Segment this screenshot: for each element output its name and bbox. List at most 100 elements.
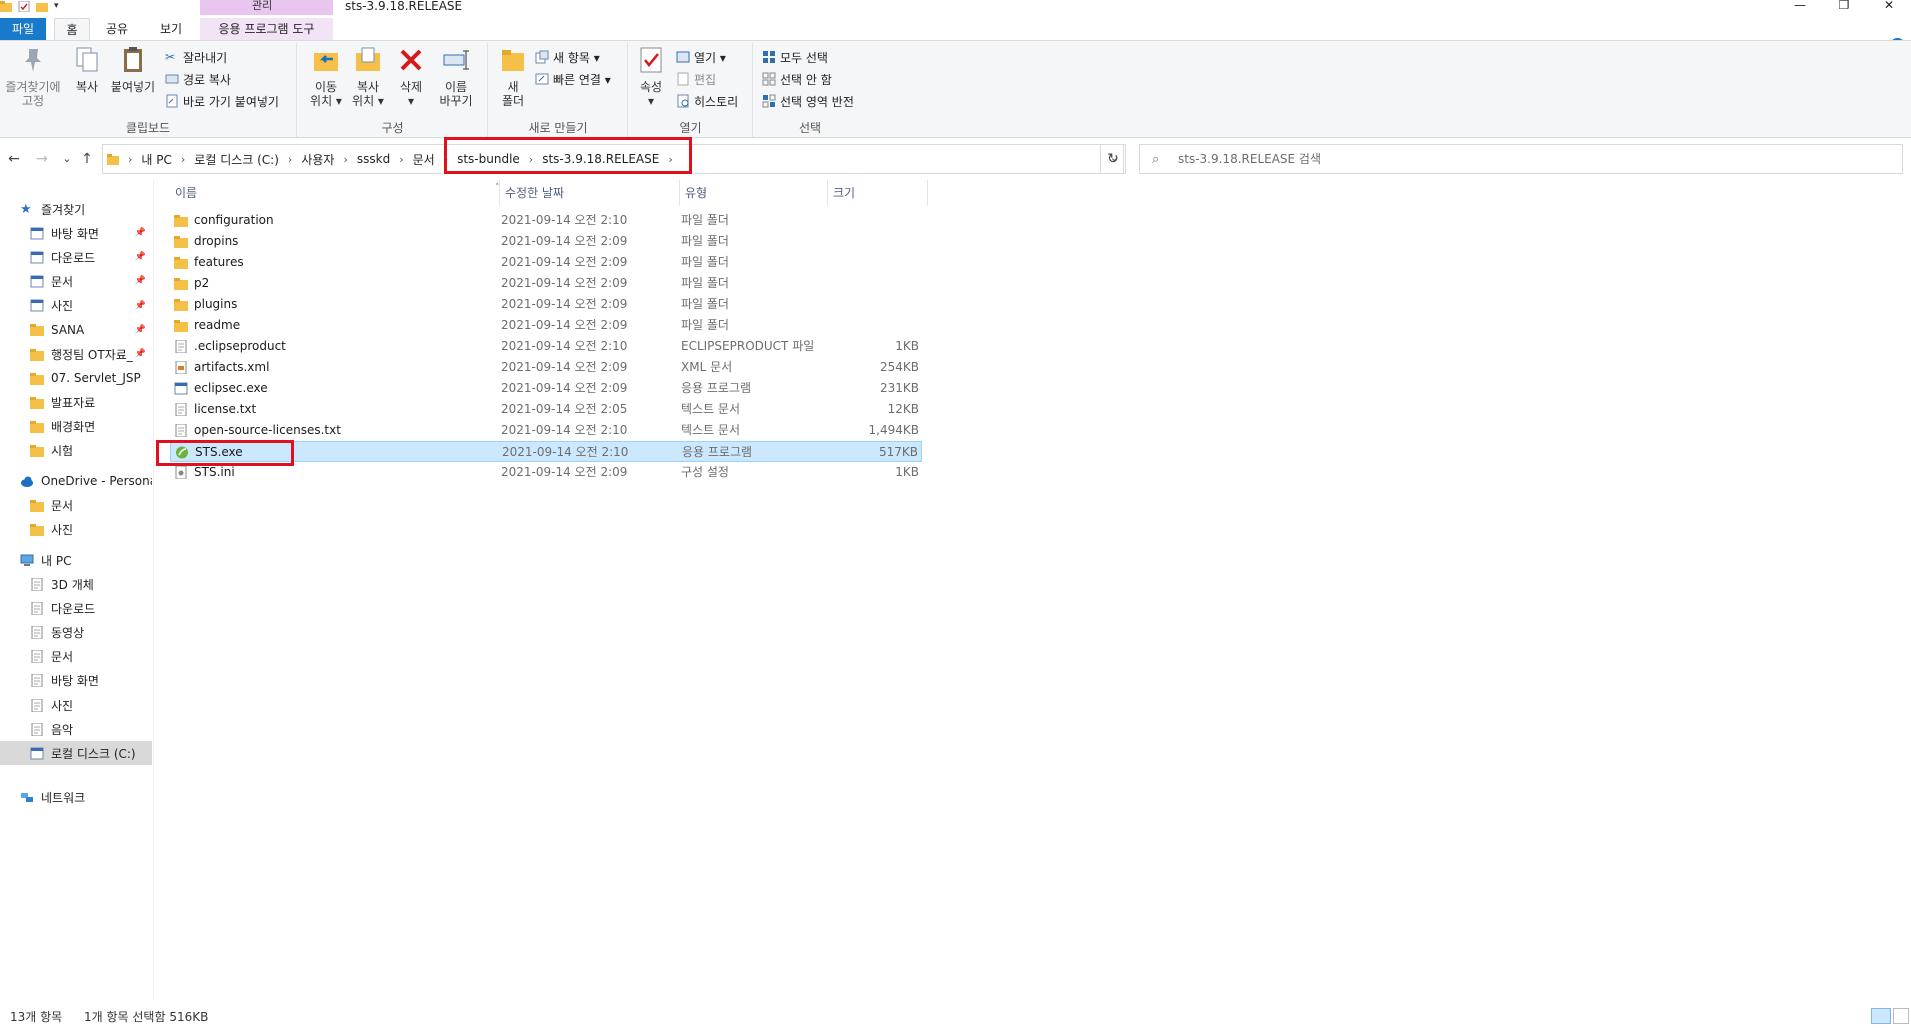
address-bar[interactable]: › 내 PC › 로컬 디스크 (C:) › 사용자 › ssskd › 문서 …: [102, 144, 1124, 174]
open-icon: [676, 51, 690, 63]
new-folder-button[interactable]: 새 폴더: [495, 45, 531, 108]
breadcrumb-this-pc[interactable]: 내 PC: [141, 151, 171, 168]
up-button[interactable]: ↑: [78, 150, 96, 168]
sidebar-item[interactable]: 바탕 화면: [0, 669, 152, 693]
file-name: STS.exe: [195, 445, 243, 459]
file-row[interactable]: STS.exe 2021-09-14 오전 2:10 응용 프로그램 517KB: [170, 441, 922, 462]
sidebar-item-label: 사진: [51, 522, 74, 537]
minimize-button[interactable]: —: [1780, 0, 1820, 12]
file-row[interactable]: artifacts.xml 2021-09-14 오전 2:09 XML 문서 254…: [170, 357, 922, 378]
file-row[interactable]: .eclipseproduct 2021-09-14 오전 2:10 ECLIPSE…: [170, 336, 922, 357]
large-icons-view-button[interactable]: [1893, 1008, 1909, 1024]
breadcrumb-sts-bundle[interactable]: sts-bundle: [457, 152, 520, 166]
sidebar-item[interactable]: 07. Servlet_JSP: [0, 366, 152, 390]
qat-dropdown-icon[interactable]: ▾: [54, 1, 59, 11]
new-item-button[interactable]: 새 항목 ▾: [535, 47, 600, 67]
file-row[interactable]: dropins 2021-09-14 오전 2:09 파일 폴더: [170, 231, 922, 252]
sidebar-item[interactable]: 시험: [0, 439, 152, 463]
sidebar-item-this-pc[interactable]: 내 PC: [0, 548, 152, 572]
copy-to-button[interactable]: 복사 위치 ▾: [348, 45, 388, 108]
file-size: 1KB: [895, 339, 919, 353]
pin-icon: 📌: [134, 228, 146, 238]
file-row[interactable]: configuration 2021-09-14 오전 2:10 파일 폴더: [170, 210, 922, 231]
file-row[interactable]: features 2021-09-14 오전 2:09 파일 폴더: [170, 252, 922, 273]
sidebar-item[interactable]: 다운로드: [0, 596, 152, 620]
move-to-button[interactable]: 이동 위치 ▾: [306, 45, 346, 108]
sidebar-item[interactable]: 문서: [0, 645, 152, 669]
paste-button[interactable]: 붙여넣기: [108, 45, 158, 94]
rename-button[interactable]: 이름 바꾸기: [434, 45, 478, 108]
sidebar-item[interactable]: 행정팀 OT자료_ 📌: [0, 342, 152, 366]
easy-access-button[interactable]: 빠른 연결 ▾: [535, 69, 611, 89]
sidebar-item[interactable]: SANA 📌: [0, 318, 152, 342]
sidebar-item[interactable]: 음악: [0, 717, 152, 741]
edit-button[interactable]: 편집: [676, 69, 716, 89]
sidebar-item-label: 문서: [51, 274, 74, 289]
file-row[interactable]: license.txt 2021-09-14 오전 2:05 텍스트 문서 12KB: [170, 399, 922, 420]
copy-path-button[interactable]: 경로 복사: [165, 69, 231, 89]
file-row[interactable]: p2 2021-09-14 오전 2:09 파일 폴더: [170, 273, 922, 294]
tab-view[interactable]: 보기: [150, 18, 192, 40]
maximize-button[interactable]: ❐: [1824, 0, 1864, 12]
back-button[interactable]: ←: [5, 150, 23, 168]
sidebar-item[interactable]: 다운로드 📌: [0, 245, 152, 269]
tab-file[interactable]: 파일: [0, 18, 46, 40]
select-none-button[interactable]: 선택 안 함: [762, 69, 832, 89]
sidebar-item[interactable]: 3D 개체: [0, 572, 152, 596]
sidebar-item[interactable]: 바탕 화면 📌: [0, 221, 152, 245]
tab-home[interactable]: 홈: [54, 18, 90, 40]
breadcrumb-ssskd[interactable]: ssskd: [357, 152, 390, 166]
sidebar-item[interactable]: 문서: [0, 493, 152, 517]
invert-selection-button[interactable]: 선택 영역 반전: [762, 91, 854, 111]
sidebar-item[interactable]: 문서 📌: [0, 269, 152, 293]
tab-app-tools[interactable]: 응용 프로그램 도구: [200, 18, 333, 40]
application-icon: [30, 227, 44, 239]
cut-button[interactable]: ✂ 잘라내기: [165, 47, 227, 67]
sidebar-item-network[interactable]: 네트워크: [0, 785, 152, 809]
sidebar-item[interactable]: 발표자료: [0, 390, 152, 414]
file-row[interactable]: open-source-licenses.txt 2021-09-14 오전 2:…: [170, 420, 922, 441]
sidebar-item-quick-access[interactable]: ★ 즐겨찾기: [0, 197, 152, 221]
breadcrumb-separator: ›: [443, 152, 449, 166]
properties-check-icon[interactable]: [18, 0, 30, 12]
sidebar-item-label: 즐겨찾기: [41, 202, 86, 217]
sidebar-item[interactable]: 동영상: [0, 620, 152, 644]
sidebar-item[interactable]: 사진: [0, 693, 152, 717]
file-row[interactable]: readme 2021-09-14 오전 2:09 파일 폴더: [170, 315, 922, 336]
open-button[interactable]: 열기 ▾: [676, 47, 726, 67]
paste-shortcut-button[interactable]: 바로 가기 붙여넣기: [165, 91, 279, 111]
column-header-size[interactable]: 크기: [828, 180, 928, 206]
breadcrumb-sts-release[interactable]: sts-3.9.18.RELEASE: [542, 152, 659, 166]
search-input[interactable]: [1178, 149, 1878, 169]
new-folder-icon[interactable]: [36, 1, 48, 12]
sidebar-item[interactable]: 배경화면: [0, 415, 152, 439]
properties-button[interactable]: 속성 ▾: [633, 45, 669, 108]
folder-icon: [30, 324, 44, 337]
column-header-name[interactable]: 이름 ˄: [170, 180, 500, 206]
copy-button[interactable]: 복사: [70, 45, 104, 94]
sidebar-item[interactable]: 로컬 디스크 (C:): [0, 741, 152, 766]
delete-button[interactable]: 삭제 ▾: [394, 45, 428, 108]
history-button[interactable]: 히스토리: [676, 91, 738, 111]
file-row[interactable]: STS.ini 2021-09-14 오전 2:09 구성 설정 1KB: [170, 462, 922, 483]
file-row[interactable]: plugins 2021-09-14 오전 2:09 파일 폴더: [170, 294, 922, 315]
select-all-button[interactable]: 모두 선택: [762, 47, 828, 67]
tab-share[interactable]: 공유: [96, 18, 138, 40]
sidebar-item-onedrive[interactable]: OneDrive - Personal: [0, 469, 152, 493]
breadcrumb-local-disk[interactable]: 로컬 디스크 (C:): [194, 151, 279, 168]
sidebar-item[interactable]: 사진 📌: [0, 294, 152, 318]
column-header-type[interactable]: 유형: [680, 180, 828, 206]
column-header-date[interactable]: 수정한 날짜: [500, 180, 680, 206]
file-type: 파일 폴더: [681, 276, 729, 290]
refresh-button[interactable]: ↻: [1100, 144, 1126, 174]
details-view-button[interactable]: [1871, 1008, 1891, 1024]
sidebar-item[interactable]: 사진: [0, 517, 152, 541]
file-row[interactable]: eclipsec.exe 2021-09-14 오전 2:09 응용 프로그램 231…: [170, 378, 922, 399]
search-box[interactable]: ⌕: [1139, 144, 1903, 174]
breadcrumb-documents[interactable]: 문서: [413, 151, 435, 168]
forward-button[interactable]: →: [33, 150, 51, 168]
breadcrumb-users[interactable]: 사용자: [301, 151, 334, 168]
close-button[interactable]: ✕: [1869, 0, 1909, 12]
recent-locations-button[interactable]: ⌄: [58, 150, 76, 168]
pin-quick-access-button[interactable]: 즐겨찾기에 고정: [2, 45, 64, 108]
